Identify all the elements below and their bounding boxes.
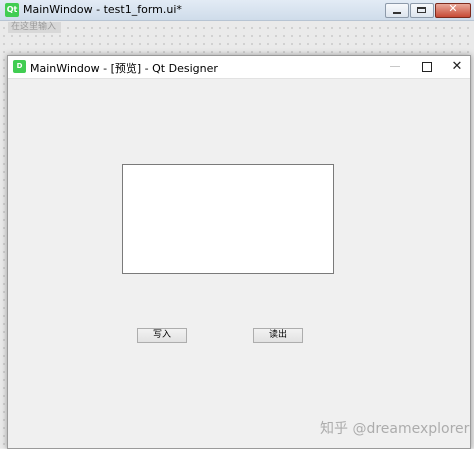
read-button[interactable]: 读出: [253, 328, 303, 343]
minimize-icon: [390, 66, 400, 67]
close-icon: ✕: [451, 59, 463, 74]
designer-close-button[interactable]: ✕: [435, 2, 471, 18]
designer-titlebar[interactable]: Qt MainWindow - test1_form.ui* ✕: [0, 0, 474, 21]
preview-window: D MainWindow - [预览] - Qt Designer ✕ 写入 读…: [7, 55, 471, 449]
preview-titlebar[interactable]: D MainWindow - [预览] - Qt Designer ✕: [8, 56, 470, 79]
preview-window-title: MainWindow - [预览] - Qt Designer: [30, 62, 218, 75]
preview-maximize-button[interactable]: [412, 56, 442, 78]
write-button[interactable]: 写入: [137, 328, 187, 343]
designer-minimize-button[interactable]: [385, 3, 409, 18]
designer-window-controls: ✕: [385, 2, 471, 18]
qt-logo-icon: Qt: [5, 3, 19, 17]
preview-close-button[interactable]: ✕: [442, 56, 472, 78]
text-edit[interactable]: [122, 164, 334, 274]
maximize-icon: [417, 7, 426, 13]
close-icon: ✕: [448, 2, 458, 15]
menu-type-here-placeholder[interactable]: 在这里输入: [8, 22, 61, 33]
designer-maximize-button[interactable]: [410, 3, 434, 18]
preview-minimize-button[interactable]: [380, 56, 410, 78]
designer-window-title: MainWindow - test1_form.ui*: [23, 3, 182, 16]
minimize-icon: [393, 12, 401, 14]
watermark: 知乎 @dreamexplorer: [320, 421, 470, 437]
maximize-icon: [422, 62, 432, 72]
qt-designer-icon: D: [13, 60, 26, 73]
